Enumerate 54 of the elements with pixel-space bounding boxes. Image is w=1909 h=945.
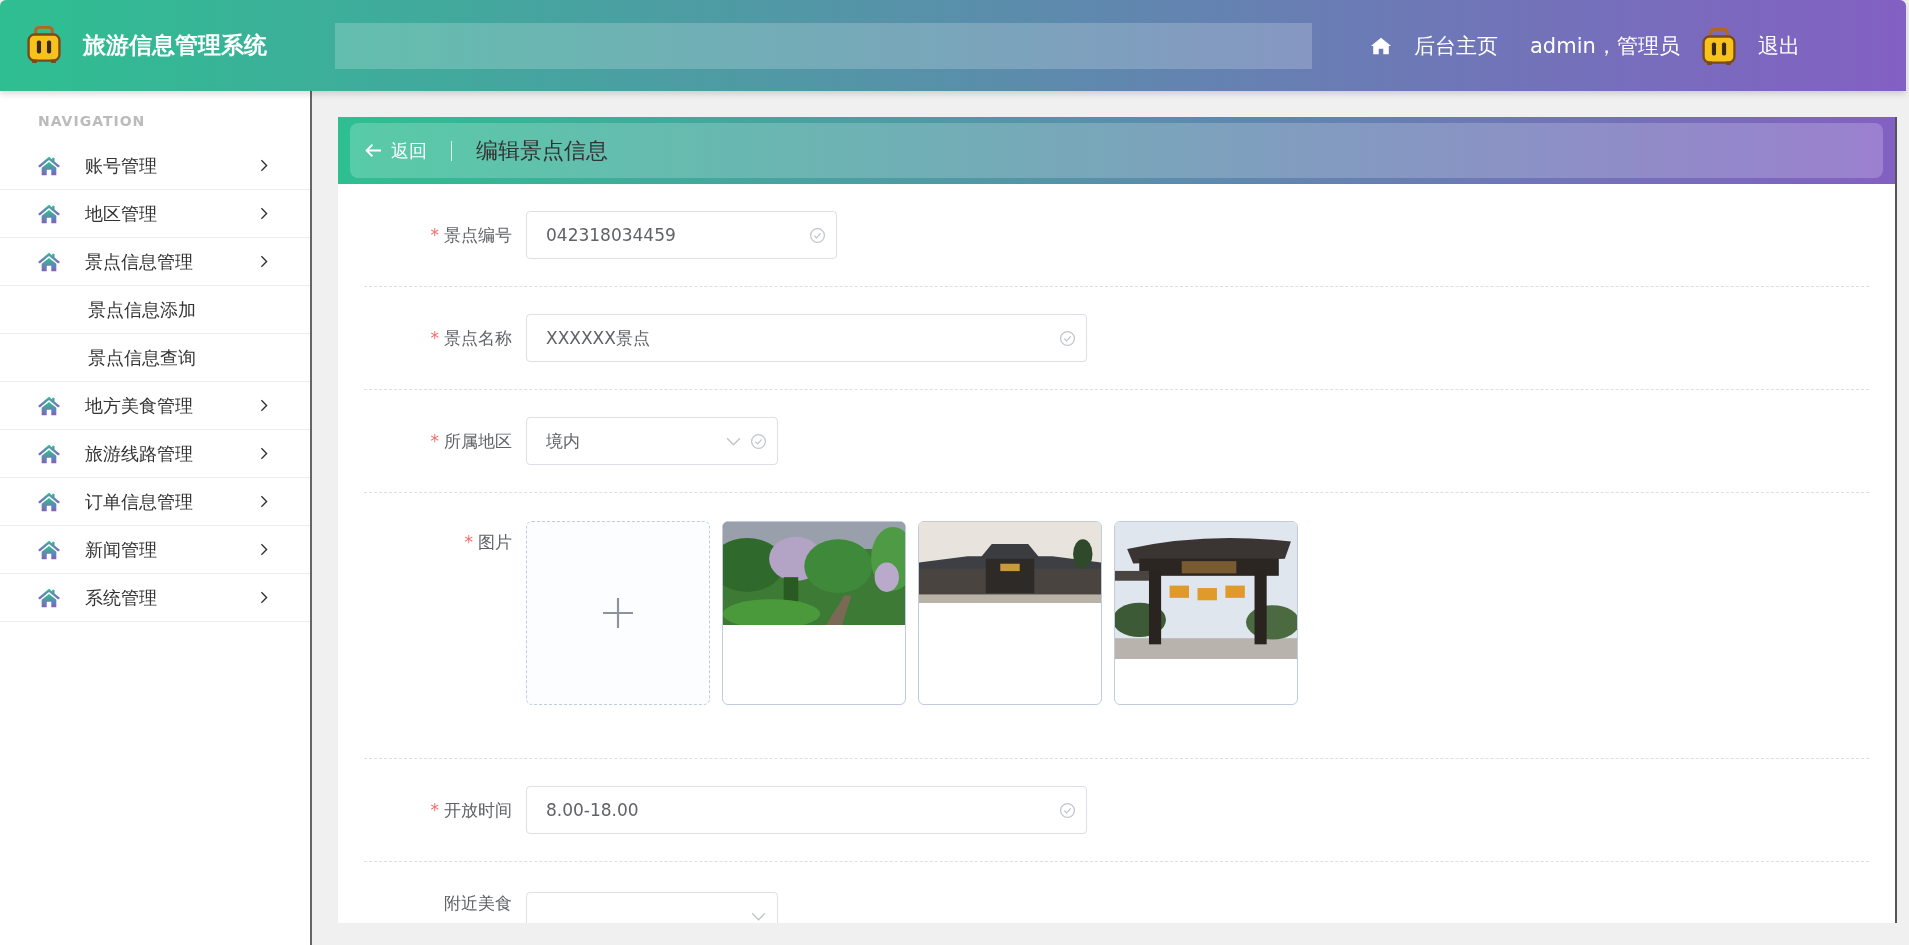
plus-icon [603,598,633,628]
field-label: 开放时间 [444,799,512,820]
sidebar-item[interactable]: 旅游线路管理 [0,430,310,478]
house-icon [38,442,60,465]
house-icon [38,250,60,273]
input-field[interactable]: 8.00-18.00 [526,786,1087,834]
search-field[interactable] [335,22,1312,69]
image-thumbnail[interactable] [918,521,1102,705]
field-label: 景点名称 [444,327,512,348]
chevron-right-icon [258,590,270,605]
image-thumbnail[interactable] [722,521,906,705]
chevron-right-icon [258,398,270,413]
chevron-right-icon [258,206,270,221]
field-label: 图片 [478,532,512,552]
logout-link[interactable]: 退出 [1757,31,1800,60]
input-field[interactable]: 042318034459 [526,211,837,259]
house-icon [38,154,60,177]
house-icon [38,538,60,561]
field-label: 所属地区 [444,430,512,451]
required-mark: * [464,532,473,552]
page-title: 编辑景点信息 [476,136,608,165]
required-mark: * [430,327,439,348]
chevron-right-icon [258,542,270,557]
user-menu[interactable]: admin，管理员 [1530,31,1680,60]
field-label: 景点编号 [444,224,512,245]
home-link[interactable]: 后台主页 [1414,31,1498,60]
required-mark: * [430,430,439,451]
sidebar-item[interactable]: 订单信息管理 [0,478,310,526]
house-icon [38,202,60,225]
house-icon [38,394,60,417]
chevron-right-icon [258,158,270,173]
required-mark: * [430,799,439,820]
sidebar-item[interactable]: 账号管理 [0,142,310,190]
chevron-right-icon [258,446,270,461]
dropdown[interactable]: 境内 [526,417,778,465]
nav-heading: NAVIGATION [37,113,147,131]
sidebar-item[interactable]: 地方美食管理 [0,382,310,430]
suitcase-icon [25,24,63,63]
sidebar-item[interactable]: 地区管理 [0,190,310,238]
chevron-right-icon [258,494,270,509]
sidebar-subitem[interactable]: 景点信息添加 [0,286,310,334]
sidebar-item[interactable]: 新闻管理 [0,526,310,574]
sidebar-item[interactable]: 景点信息管理 [0,238,310,286]
field-label: 附近美食 [444,893,512,913]
chevron-right-icon [258,254,270,269]
sidebar-subitem[interactable]: 景点信息查询 [0,334,310,382]
house-icon [38,490,60,513]
suitcase-icon [1699,26,1738,65]
input-field[interactable]: XXXXXX景点 [526,314,1087,362]
sidebar-item[interactable]: 系统管理 [0,574,310,622]
app-title: 旅游信息管理系统 [83,31,267,60]
house-icon [38,586,60,609]
required-mark: * [430,224,439,245]
image-thumbnail[interactable] [1114,521,1298,705]
